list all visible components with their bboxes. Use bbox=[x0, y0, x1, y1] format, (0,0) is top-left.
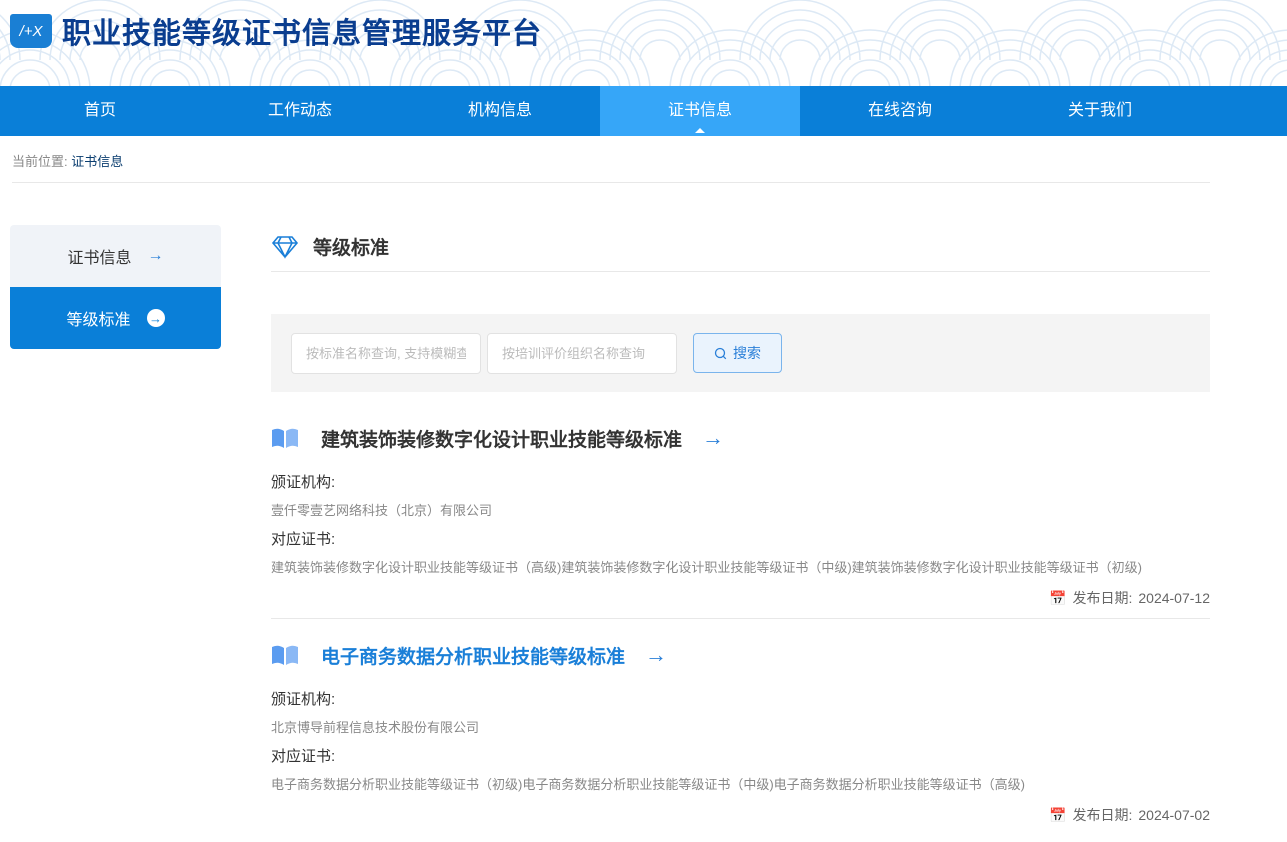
nav-certificates[interactable]: 证书信息 bbox=[600, 86, 800, 136]
nav-about[interactable]: 关于我们 bbox=[1000, 86, 1200, 136]
list-item: 电子商务数据分析职业技能等级标准 → 颁证机构: 北京博导前程信息技术股份有限公… bbox=[271, 631, 1210, 835]
calendar-icon: 📅 bbox=[1049, 806, 1067, 823]
org-label: 颁证机构: bbox=[271, 474, 336, 491]
section-title: 等级标准 bbox=[313, 238, 390, 259]
sidebar: 证书信息 → 等级标准 → bbox=[10, 225, 221, 349]
site-title: 职业技能等级证书信息管理服务平台 bbox=[62, 18, 543, 50]
logo-book-icon: /+X bbox=[10, 14, 52, 48]
wave-arc bbox=[959, 39, 1061, 86]
main-nav: 首页 工作动态 机构信息 证书信息 在线咨询 关于我们 bbox=[0, 86, 1287, 136]
wave-arc bbox=[1229, 29, 1287, 86]
date-label: 发布日期: bbox=[1072, 807, 1133, 823]
wave-arc bbox=[1269, 69, 1287, 86]
nav-institutions[interactable]: 机构信息 bbox=[400, 86, 600, 136]
site-header: /+X 职业技能等级证书信息管理服务平台 bbox=[0, 0, 1287, 86]
cert-value: 建筑装饰装修数字化设计职业技能等级证书（高级)建筑装饰装修数字化设计职业技能等级… bbox=[271, 560, 1142, 575]
wave-arc bbox=[839, 59, 901, 86]
wave-arc bbox=[809, 29, 931, 86]
circle-arrow-icon: → bbox=[146, 309, 165, 327]
wave-arc bbox=[979, 59, 1041, 86]
calendar-icon: 📅 bbox=[1049, 589, 1067, 606]
wave-arc bbox=[0, 59, 61, 86]
cert-label: 对应证书: bbox=[271, 748, 336, 765]
wave-arc bbox=[889, 9, 991, 61]
standard-title-link[interactable]: 电子商务数据分析职业技能等级标准 bbox=[321, 642, 625, 669]
sidebar-item-label: 证书信息 bbox=[67, 250, 132, 267]
diamond-icon bbox=[271, 235, 299, 259]
wave-arc bbox=[569, 69, 611, 86]
wave-arc bbox=[1249, 49, 1287, 86]
standard-title-link[interactable]: 建筑装饰装修数字化设计职业技能等级标准 bbox=[321, 425, 682, 452]
wave-arc bbox=[669, 29, 791, 86]
wave-arc bbox=[989, 69, 1031, 86]
wave-arc bbox=[529, 29, 651, 86]
nav-consult[interactable]: 在线咨询 bbox=[800, 86, 1000, 136]
wave-arc bbox=[1169, 9, 1271, 61]
search-button-label: 搜索 bbox=[733, 345, 761, 361]
wave-arc bbox=[559, 59, 621, 86]
site-logo[interactable]: /+X 职业技能等级证书信息管理服务平台 bbox=[10, 10, 542, 52]
search-bar: 搜索 bbox=[271, 314, 1210, 392]
org-value: 北京博导前程信息技术股份有限公司 bbox=[271, 720, 480, 735]
arrow-right-icon[interactable]: → bbox=[702, 425, 724, 451]
wave-arc bbox=[849, 69, 891, 86]
wave-arc bbox=[1089, 29, 1211, 86]
wave-arc bbox=[949, 29, 1071, 86]
wave-arc bbox=[749, 9, 851, 61]
wave-arc bbox=[279, 59, 341, 86]
arrow-right-icon[interactable]: → bbox=[645, 642, 667, 668]
wave-arc bbox=[709, 69, 751, 86]
list-item: 建筑装饰装修数字化设计职业技能等级标准 → 颁证机构: 壹仟零壹艺网络科技（北京… bbox=[271, 414, 1210, 619]
wave-arc bbox=[419, 59, 481, 86]
wave-arc bbox=[1099, 39, 1201, 86]
wave-arc bbox=[149, 69, 191, 86]
wave-arc bbox=[609, 9, 711, 61]
wave-arc bbox=[1129, 69, 1171, 86]
wave-arc bbox=[639, 39, 681, 61]
main-content: 等级标准 搜索 建筑装饰装修数字化设计职业技能等级标准 → 颁证机构: 壹仟零壹… bbox=[271, 222, 1210, 835]
wave-arc bbox=[1199, 39, 1241, 61]
nav-home[interactable]: 首页 bbox=[0, 86, 200, 136]
breadcrumb-prefix: 当前位置: bbox=[12, 154, 68, 169]
wave-arc bbox=[699, 59, 761, 86]
search-button[interactable]: 搜索 bbox=[693, 333, 782, 373]
wave-arc bbox=[679, 39, 781, 86]
org-label: 颁证机构: bbox=[271, 691, 336, 708]
sidebar-item-certificates[interactable]: 证书信息 → bbox=[10, 225, 221, 287]
date-value: 2024-07-12 bbox=[1138, 590, 1210, 606]
wave-arc bbox=[9, 69, 51, 86]
wave-arc bbox=[1259, 59, 1287, 86]
standard-name-input[interactable] bbox=[291, 332, 481, 374]
wave-arc bbox=[289, 69, 331, 86]
date-value: 2024-07-02 bbox=[1138, 807, 1210, 823]
arrow-right-icon: → bbox=[147, 247, 164, 264]
wave-arc bbox=[819, 39, 921, 86]
nav-news[interactable]: 工作动态 bbox=[200, 86, 400, 136]
sidebar-item-label: 等级标准 bbox=[66, 312, 131, 329]
section-header: 等级标准 bbox=[271, 222, 1210, 272]
book-icon bbox=[272, 645, 298, 665]
wave-arc bbox=[539, 39, 641, 86]
wave-arc bbox=[1119, 59, 1181, 86]
book-icon bbox=[272, 428, 298, 448]
date-label: 发布日期: bbox=[1072, 590, 1133, 606]
publish-date: 📅 发布日期: 2024-07-02 bbox=[271, 805, 1210, 825]
breadcrumb-current[interactable]: 证书信息 bbox=[71, 154, 123, 169]
wave-arc bbox=[429, 69, 471, 86]
cert-label: 对应证书: bbox=[271, 531, 336, 548]
wave-arc bbox=[779, 39, 821, 61]
wave-arc bbox=[139, 59, 201, 86]
publish-date: 📅 发布日期: 2024-07-12 bbox=[271, 588, 1210, 608]
org-value: 壹仟零壹艺网络科技（北京）有限公司 bbox=[271, 503, 493, 518]
cert-value: 电子商务数据分析职业技能等级证书（初级)电子商务数据分析职业技能等级证书（中级)… bbox=[271, 777, 1025, 792]
wave-arc bbox=[1029, 9, 1131, 61]
wave-arc bbox=[919, 39, 961, 61]
wave-arc bbox=[1059, 39, 1101, 61]
sidebar-item-standards[interactable]: 等级标准 → bbox=[10, 287, 221, 349]
org-name-input[interactable] bbox=[487, 332, 677, 374]
search-icon bbox=[714, 347, 727, 359]
breadcrumb: 当前位置: 证书信息 bbox=[12, 136, 1210, 183]
